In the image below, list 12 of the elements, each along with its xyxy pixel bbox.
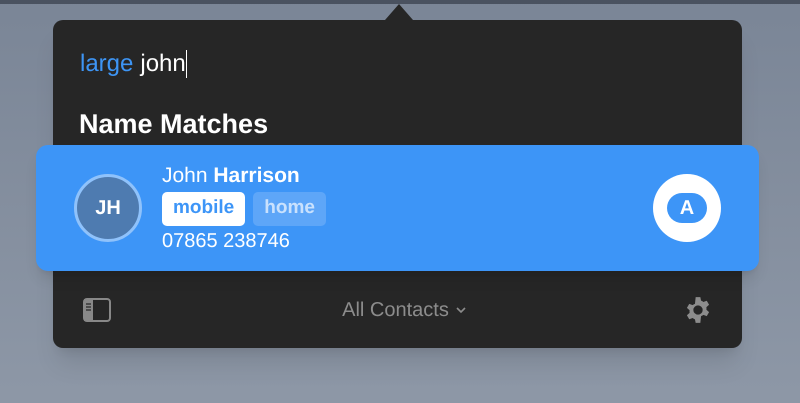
- phone-label[interactable]: mobile: [162, 192, 246, 226]
- contact-row[interactable]: JH John Harrison mobile home 07865 238746 A: [36, 145, 759, 271]
- phone-number: 07865 238746: [162, 228, 290, 252]
- chevron-down-icon: [454, 306, 467, 314]
- section-title: Name Matches: [79, 108, 268, 140]
- settings-icon[interactable]: [684, 296, 712, 324]
- avatar: JH: [74, 174, 142, 242]
- contact-name: John Harrison: [162, 164, 301, 188]
- account-badge: A: [667, 193, 707, 223]
- sidebar-icon[interactable]: [83, 298, 111, 322]
- scope-dropdown[interactable]: All Contacts: [342, 294, 467, 324]
- search-field[interactable]: large john: [80, 46, 742, 82]
